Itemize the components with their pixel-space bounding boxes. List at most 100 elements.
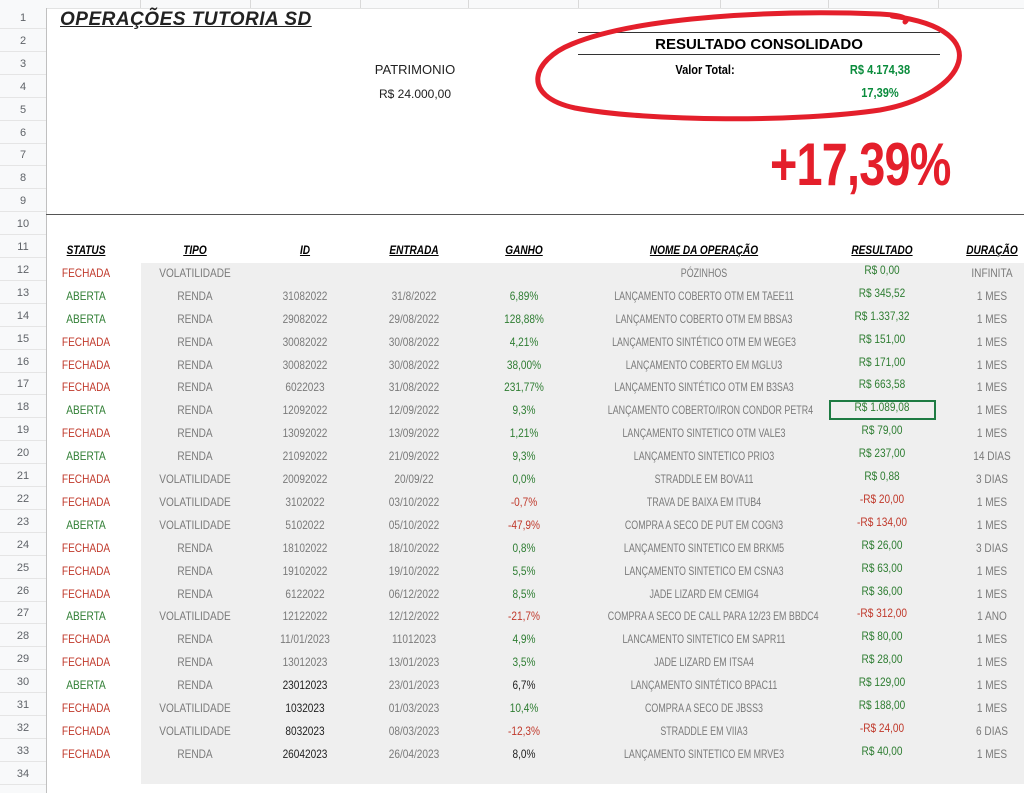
- cell-entrada[interactable]: 30/08/2022: [368, 335, 460, 349]
- cell-entrada[interactable]: 29/08/2022: [368, 312, 460, 326]
- row-number[interactable]: 32: [0, 722, 46, 739]
- cell-duracao[interactable]: 1 MES: [965, 426, 1019, 440]
- cell-ganho[interactable]: -21,7%: [478, 609, 570, 623]
- row-number[interactable]: 1: [0, 12, 46, 29]
- row-number[interactable]: 27: [0, 607, 46, 625]
- cell-entrada[interactable]: 11012023: [368, 632, 460, 646]
- cell-ganho[interactable]: -47,9%: [478, 518, 570, 532]
- cell-resultado[interactable]: R$ 188,00: [836, 698, 928, 712]
- cell-status[interactable]: FECHADA: [48, 358, 124, 372]
- cell-id[interactable]: 12092022: [259, 403, 351, 417]
- row-number[interactable]: 13: [0, 287, 46, 304]
- cell-nome[interactable]: LANÇAMENTO SINTETICO PRIO3: [608, 449, 800, 463]
- cell-entrada[interactable]: 08/03/2023: [368, 724, 460, 738]
- row-number[interactable]: 21: [0, 470, 46, 487]
- cell-nome[interactable]: STRADDLE EM BOVA11: [608, 472, 800, 486]
- cell-id[interactable]: 8032023: [259, 724, 351, 738]
- cell-resultado[interactable]: -R$ 134,00: [836, 515, 928, 529]
- cell-id[interactable]: 30082022: [259, 335, 351, 349]
- patrimonio-value[interactable]: R$ 24.000,00: [358, 87, 472, 101]
- cell-tipo[interactable]: VOLATILIDADE: [149, 472, 241, 486]
- cell-resultado[interactable]: R$ 1.337,32: [836, 309, 928, 323]
- cell-resultado[interactable]: -R$ 312,00: [836, 606, 928, 620]
- cell-entrada[interactable]: 23/01/2023: [368, 678, 460, 692]
- cell-ganho[interactable]: 38,00%: [478, 358, 570, 372]
- cell-tipo[interactable]: RENDA: [149, 380, 241, 394]
- cell-id[interactable]: 18102022: [259, 541, 351, 555]
- cell-resultado[interactable]: -R$ 24,00: [836, 721, 928, 735]
- cell-tipo[interactable]: RENDA: [149, 403, 241, 417]
- cell-status[interactable]: ABERTA: [48, 609, 124, 623]
- row-number[interactable]: 16: [0, 356, 46, 373]
- cell-status[interactable]: FECHADA: [48, 541, 124, 555]
- cell-nome[interactable]: JADE LIZARD EM ITSA4: [608, 655, 800, 669]
- cell-id[interactable]: 11/01/2023: [259, 632, 351, 646]
- cell-status[interactable]: FECHADA: [48, 380, 124, 394]
- cell-resultado[interactable]: R$ 345,52: [836, 286, 928, 300]
- cell-ganho[interactable]: 8,5%: [478, 587, 570, 601]
- column-header-nome[interactable]: NOME DA OPERAÇÃO: [595, 243, 813, 257]
- cell-tipo[interactable]: RENDA: [149, 747, 241, 761]
- cell-nome[interactable]: JADE LIZARD EM CEMIG4: [608, 587, 800, 601]
- cell-tipo[interactable]: RENDA: [149, 564, 241, 578]
- cell-duracao[interactable]: 1 MES: [965, 747, 1019, 761]
- cell-duracao[interactable]: 1 MES: [965, 358, 1019, 372]
- cell-status[interactable]: FECHADA: [48, 564, 124, 578]
- cell-entrada[interactable]: 21/09/2022: [368, 449, 460, 463]
- cell-status[interactable]: FECHADA: [48, 335, 124, 349]
- cell-resultado[interactable]: R$ 129,00: [836, 675, 928, 689]
- column-header-duracao[interactable]: DURAÇÃO: [965, 243, 1019, 257]
- cell-id[interactable]: 29082022: [259, 312, 351, 326]
- cell-duracao[interactable]: 1 MES: [965, 335, 1019, 349]
- cell-nome[interactable]: LANÇAMENTO SINTETICO EM BRKM5: [608, 541, 800, 555]
- percent-value[interactable]: 17,39%: [829, 85, 931, 100]
- cell-duracao[interactable]: 1 MES: [965, 564, 1019, 578]
- row-number[interactable]: 17: [0, 378, 46, 396]
- cell-ganho[interactable]: 10,4%: [478, 701, 570, 715]
- row-number[interactable]: 33: [0, 745, 46, 762]
- cell-tipo[interactable]: VOLATILIDADE: [149, 701, 241, 715]
- row-number[interactable]: 20: [0, 447, 46, 465]
- cell-ganho[interactable]: 4,21%: [478, 335, 570, 349]
- row-number[interactable]: 24: [0, 539, 46, 556]
- cell-status[interactable]: FECHADA: [48, 701, 124, 715]
- column-header-entrada[interactable]: ENTRADA: [368, 243, 460, 257]
- column-header-tipo[interactable]: TIPO: [149, 243, 241, 257]
- cell-id[interactable]: 19102022: [259, 564, 351, 578]
- cell-resultado[interactable]: R$ 151,00: [836, 332, 928, 346]
- cell-tipo[interactable]: RENDA: [149, 655, 241, 669]
- cell-resultado[interactable]: R$ 26,00: [836, 538, 928, 552]
- cell-duracao[interactable]: INFINITA: [965, 266, 1019, 280]
- cell-resultado[interactable]: R$ 0,88: [836, 469, 928, 483]
- row-number[interactable]: 3: [0, 58, 46, 75]
- cell-id[interactable]: 31082022: [259, 289, 351, 303]
- cell-tipo[interactable]: VOLATILIDADE: [149, 609, 241, 623]
- cell-entrada[interactable]: 30/08/2022: [368, 358, 460, 372]
- cell-tipo[interactable]: RENDA: [149, 312, 241, 326]
- cell-status[interactable]: FECHADA: [48, 587, 124, 601]
- cell-duracao[interactable]: 1 MES: [965, 587, 1019, 601]
- selected-cell[interactable]: [829, 400, 936, 420]
- cell-resultado[interactable]: R$ 237,00: [836, 446, 928, 460]
- row-number[interactable]: 23: [0, 516, 46, 533]
- cell-nome[interactable]: LANÇAMENTO COBERTO OTM EM BBSA3: [608, 312, 800, 326]
- cell-tipo[interactable]: RENDA: [149, 335, 241, 349]
- row-number[interactable]: 28: [0, 630, 46, 648]
- cell-tipo[interactable]: VOLATILIDADE: [149, 724, 241, 738]
- row-number[interactable]: 34: [0, 768, 46, 785]
- row-number[interactable]: 30: [0, 676, 46, 694]
- cell-duracao[interactable]: 1 MES: [965, 403, 1019, 417]
- cell-nome[interactable]: LANÇAMENTO SINTETICO EM CSNA3: [608, 564, 800, 578]
- row-number[interactable]: 6: [0, 127, 46, 144]
- cell-status[interactable]: ABERTA: [48, 449, 124, 463]
- cell-status[interactable]: FECHADA: [48, 495, 124, 509]
- row-number[interactable]: 9: [0, 195, 46, 213]
- cell-status[interactable]: FECHADA: [48, 655, 124, 669]
- valor-total-value[interactable]: R$ 4.174,38: [829, 62, 931, 77]
- row-number[interactable]: 26: [0, 585, 46, 602]
- cell-nome[interactable]: LANÇAMENTO COBERTO OTM EM TAEE11: [608, 289, 800, 303]
- cell-ganho[interactable]: 6,89%: [478, 289, 570, 303]
- cell-ganho[interactable]: -12,3%: [478, 724, 570, 738]
- cell-entrada[interactable]: 19/10/2022: [368, 564, 460, 578]
- cell-resultado[interactable]: R$ 36,00: [836, 584, 928, 598]
